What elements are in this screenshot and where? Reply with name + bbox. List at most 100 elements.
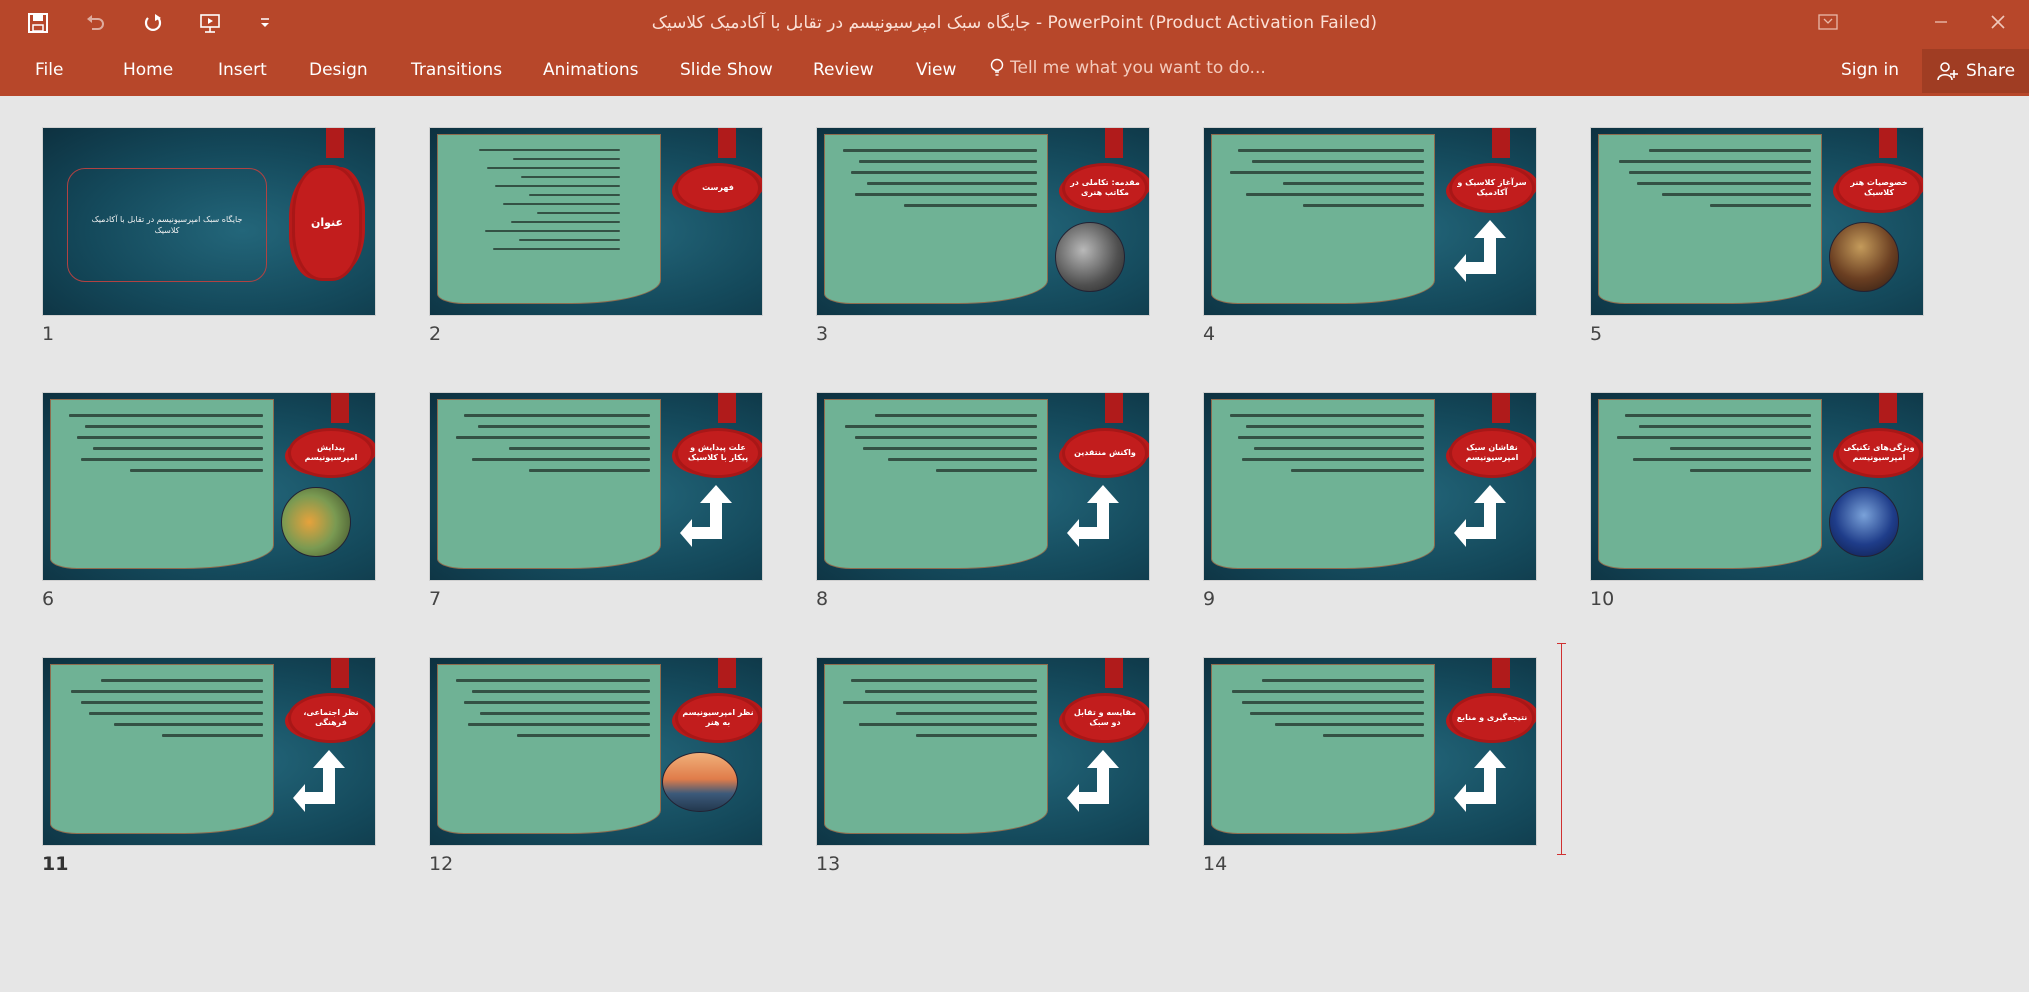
slide-body-lines	[1609, 149, 1811, 215]
slide-title: فهرست	[702, 183, 734, 192]
slide-title-badge: واکنش منتقدین	[1065, 431, 1145, 475]
slide-text-line	[71, 690, 263, 693]
return-arrow-icon[interactable]	[680, 485, 734, 547]
slide-thumbnail[interactable]: نظر اجتماعی، فرهنگی	[42, 657, 376, 846]
slide-body-lines	[448, 414, 650, 480]
slide-text-line	[101, 679, 263, 682]
slide-text-box	[1211, 134, 1435, 304]
slide-text-line	[81, 701, 263, 704]
slide-text-line	[1254, 447, 1424, 450]
slide-text-line	[843, 149, 1037, 152]
slide-text-line	[863, 447, 1037, 450]
close-icon[interactable]	[1974, 4, 2022, 40]
slide-text-line	[1669, 447, 1811, 450]
tab-transitions[interactable]: Transitions	[411, 60, 502, 80]
tell-me-search[interactable]: Tell me what you want to do...	[990, 58, 1266, 78]
slide-thumbnail[interactable]: مقایسه و تقابل دو سبک	[816, 657, 1150, 846]
slide-body-lines	[835, 149, 1037, 215]
slide-painting-image	[662, 752, 738, 812]
slide-title-badge: مقایسه و تقابل دو سبک	[1065, 696, 1145, 740]
slide-text-line	[528, 469, 650, 472]
slide-text-box	[437, 399, 661, 569]
slide-subtitle: جایگاه سبک امپرسیونیسم در تقابل با آکادم…	[91, 215, 243, 235]
slide-text-line	[494, 185, 620, 187]
ribbon-tabs: File Home Insert Design Transitions Anim…	[0, 46, 2029, 96]
slide-text-line	[480, 712, 650, 715]
tab-animations[interactable]: Animations	[543, 60, 639, 80]
tab-design[interactable]: Design	[309, 60, 368, 80]
slide-text-line	[875, 414, 1037, 417]
lightbulb-icon	[990, 58, 1004, 76]
slide-thumbnail[interactable]: علت پیدایش و پیکار با کلاسیک	[429, 392, 763, 581]
slide-text-box	[1211, 664, 1435, 834]
slide-title-badge: عنوان	[295, 168, 359, 278]
slide-text-line	[85, 425, 263, 428]
slide-text-line	[129, 469, 263, 472]
slide-text-line	[162, 734, 263, 737]
slide-ribbon-decoration	[1105, 128, 1123, 158]
slide-text-line	[456, 436, 650, 439]
tab-home[interactable]: Home	[123, 60, 173, 80]
slide-thumbnail[interactable]: نقاشان سبک امپرسیونیسم	[1203, 392, 1537, 581]
slide-title: نقاشان سبک امپرسیونیسم	[1465, 443, 1519, 462]
slide-text-line	[472, 458, 650, 461]
ribbon-display-options-icon[interactable]	[1804, 4, 1852, 40]
slide-thumbnail[interactable]: خصوصیات هنر کلاسیک	[1590, 127, 1924, 316]
slide-text-line	[1625, 414, 1811, 417]
slide-thumbnail[interactable]: سرآغاز کلاسیک و آکادمیک	[1203, 127, 1537, 316]
slide-painting-image	[1829, 487, 1899, 557]
return-arrow-icon[interactable]	[1454, 750, 1508, 812]
return-arrow-icon[interactable]	[293, 750, 347, 812]
slide-text-line	[1282, 182, 1424, 185]
return-arrow-icon[interactable]	[1067, 485, 1121, 547]
slide-thumbnail[interactable]: فهرست	[429, 127, 763, 316]
return-arrow-icon[interactable]	[1067, 750, 1121, 812]
slide-text-box	[1598, 134, 1822, 304]
slide-text-line	[1230, 414, 1424, 417]
slide-thumbnail[interactable]: ویژگی‌های تکنیکی امپرسیونیسم	[1590, 392, 1924, 581]
slide-body-lines	[448, 679, 650, 745]
slide-ribbon-decoration	[718, 393, 736, 423]
share-button[interactable]: Share	[1922, 49, 2029, 93]
slide-text-line	[1323, 734, 1424, 737]
slide-thumbnail[interactable]: نتیجه‌گیری و منابع	[1203, 657, 1537, 846]
slide-number: 2	[429, 323, 442, 345]
tab-file[interactable]: File	[35, 60, 63, 80]
slide-text-box	[1211, 399, 1435, 569]
slide-number: 14	[1203, 853, 1228, 875]
slide-text-box	[824, 399, 1048, 569]
slide-text-line	[1274, 723, 1424, 726]
slide-title-badge: پیدایش امپرسیونیسم	[291, 431, 371, 475]
return-arrow-icon[interactable]	[1454, 485, 1508, 547]
tab-view[interactable]: View	[916, 60, 956, 80]
slide-thumbnail[interactable]: پیدایش امپرسیونیسم	[42, 392, 376, 581]
sign-in-link[interactable]: Sign in	[1841, 60, 1899, 80]
slide-text-box	[50, 664, 274, 834]
slide-text-line	[865, 690, 1037, 693]
slide-text-line	[1649, 149, 1811, 152]
slide-thumbnail[interactable]: نظر امپرسیونیسم به هنر	[429, 657, 763, 846]
slide-text-line	[855, 193, 1037, 196]
return-arrow-icon[interactable]	[1454, 220, 1508, 282]
minimize-icon[interactable]	[1917, 4, 1965, 40]
slide-text-line	[464, 414, 650, 417]
tab-insert[interactable]: Insert	[218, 60, 267, 80]
slide-thumbnail[interactable]: مقدمه: تکاملی در مکاتب هنری	[816, 127, 1150, 316]
slide-title-badge: فهرست	[678, 166, 758, 210]
slide-ribbon-decoration	[1105, 658, 1123, 688]
slide-painting-image	[1829, 222, 1899, 292]
tab-review[interactable]: Review	[813, 60, 874, 80]
slide-text-line	[1252, 160, 1424, 163]
slide-text-line	[468, 723, 650, 726]
slide-text-line	[456, 679, 650, 682]
slide-thumbnail[interactable]: واکنش منتقدین	[816, 392, 1150, 581]
slide-text-line	[77, 436, 263, 439]
slide-text-line	[1262, 679, 1424, 682]
slide-body-lines	[61, 414, 263, 480]
slide-text-line	[1242, 701, 1424, 704]
slide-text-line	[1302, 204, 1424, 207]
slide-thumbnail[interactable]: جایگاه سبک امپرسیونیسم در تقابل با آکادم…	[42, 127, 376, 316]
window-title: جایگاه سبک امپرسیونیسم در تقابل با آکادم…	[651, 13, 1378, 33]
slide-title: واکنش منتقدین	[1074, 448, 1136, 457]
tab-slide-show[interactable]: Slide Show	[680, 60, 773, 80]
